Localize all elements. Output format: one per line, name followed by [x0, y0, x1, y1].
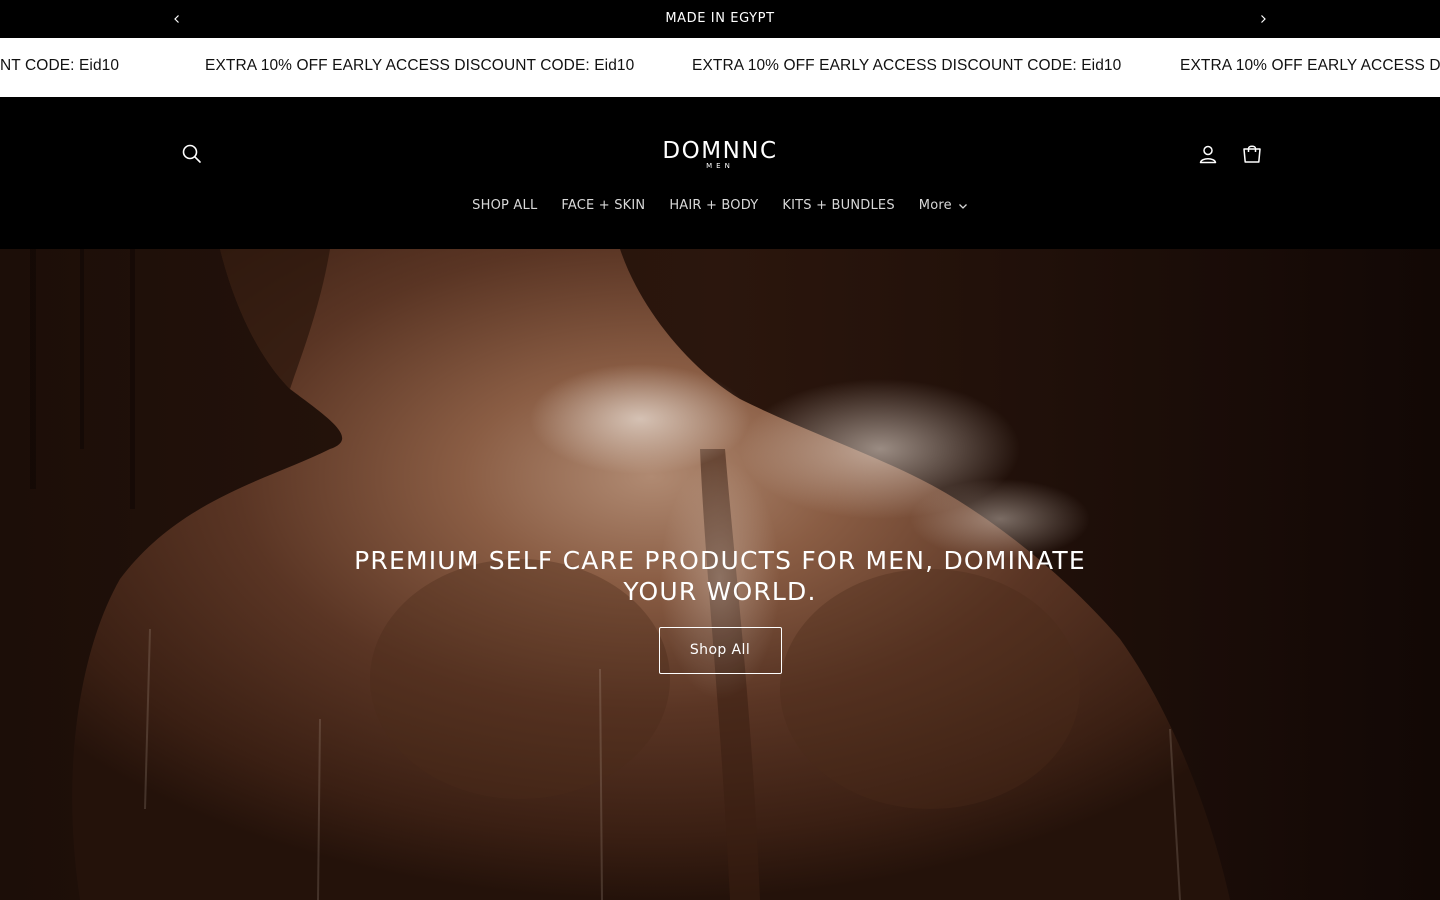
discount-marquee: NT CODE: Eid10 EXTRA 10% OFF EARLY ACCES… — [0, 38, 1440, 97]
marquee-item: EXTRA 10% OFF EARLY ACCESS DISCO — [1180, 57, 1440, 74]
nav-item-shop-all[interactable]: SHOP ALL — [460, 198, 549, 213]
svg-text:DOMNNC: DOMNNC — [662, 138, 777, 164]
marquee-item: NT CODE: Eid10 — [0, 57, 120, 74]
nav-item-more[interactable]: More — [907, 198, 980, 213]
announcement-text: MADE IN EGYPT — [665, 11, 775, 26]
nav-item-face-skin[interactable]: FACE + SKIN — [549, 198, 657, 213]
marquee-item: EXTRA 10% OFF EARLY ACCESS DISCOUNT CODE… — [205, 57, 635, 74]
search-button[interactable] — [176, 138, 208, 170]
announcement-next-button[interactable] — [1253, 9, 1273, 29]
account-button[interactable] — [1192, 138, 1224, 170]
user-icon — [1199, 145, 1217, 164]
logo-mark: DOMNNC MEN — [662, 138, 777, 170]
nav-item-hair-body[interactable]: HAIR + BODY — [657, 198, 770, 213]
nav-item-label: HAIR + BODY — [669, 198, 759, 213]
search-icon — [182, 144, 201, 163]
hero-banner: PREMIUM SELF CARE PRODUCTS FOR MEN, DOMI… — [0, 249, 1440, 900]
nav-item-kits-bundles[interactable]: KITS + BUNDLES — [770, 198, 906, 213]
nav-item-label: KITS + BUNDLES — [782, 198, 895, 213]
nav-item-label: FACE + SKIN — [561, 198, 646, 213]
nav-item-label: More — [918, 198, 952, 213]
main-nav: SHOP ALL FACE + SKIN HAIR + BODY KITS + … — [0, 198, 1440, 213]
chevron-down-icon — [958, 203, 967, 209]
marquee-item: EXTRA 10% OFF EARLY ACCESS DISCOUNT CODE… — [692, 57, 1122, 74]
chevron-right-icon — [1261, 15, 1266, 23]
cart-icon — [1243, 145, 1261, 163]
svg-text:MEN: MEN — [706, 162, 734, 170]
site-logo[interactable]: DOMNNC MEN — [656, 135, 784, 171]
hero-content: PREMIUM SELF CARE PRODUCTS FOR MEN, DOMI… — [0, 545, 1440, 674]
hero-title: PREMIUM SELF CARE PRODUCTS FOR MEN, DOMI… — [354, 546, 1086, 606]
shop-all-button[interactable]: Shop All — [658, 627, 782, 674]
announcement-bar: MADE IN EGYPT — [0, 0, 1440, 38]
nav-item-label: SHOP ALL — [472, 198, 538, 213]
site-header: DOMNNC MEN SHOP ALL FACE + SKIN HAIR + B… — [0, 97, 1440, 249]
cart-button[interactable] — [1236, 138, 1268, 170]
